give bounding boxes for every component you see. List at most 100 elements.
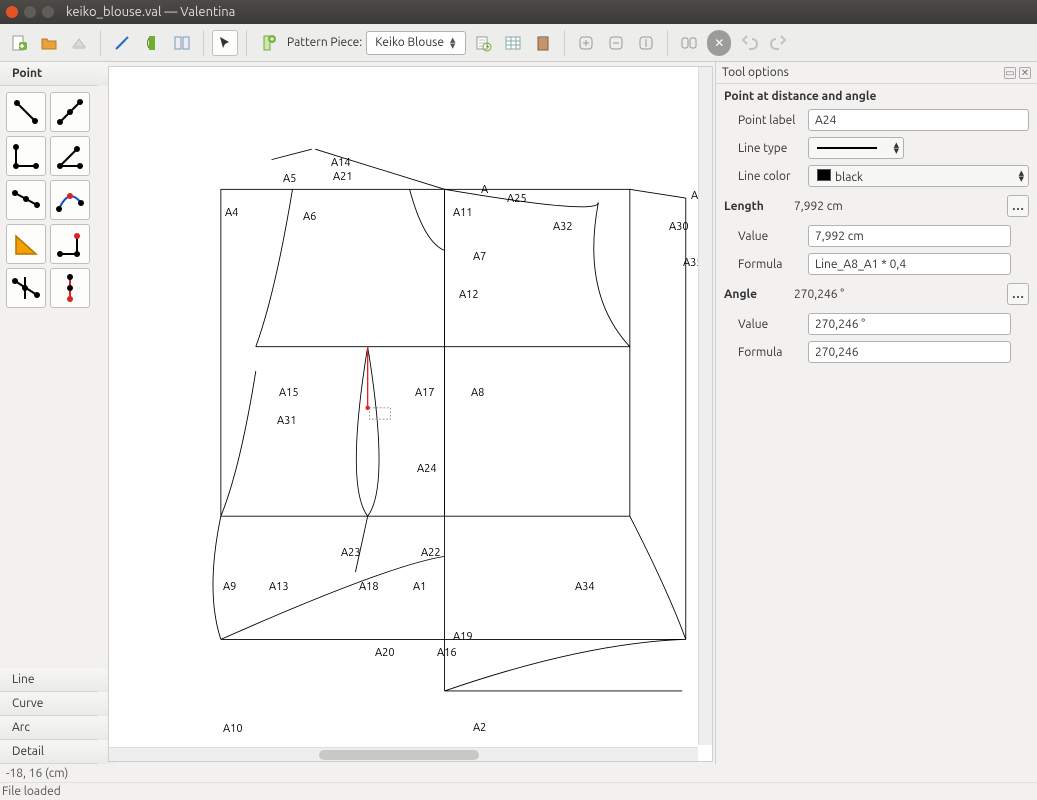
line-type-label: Line type [724,142,802,155]
point-label[interactable]: A12 [459,289,479,301]
drawing-canvas[interactable]: A4A5A6A14A21A11AA25A32A7A12A30A29A26A35A… [108,66,713,762]
layout-button[interactable] [169,30,195,56]
new-file-button[interactable] [6,30,32,56]
point-label[interactable]: A17 [415,387,435,399]
toolbar-separator [246,30,247,56]
tool-along-line-button[interactable] [50,92,90,132]
length-formula-input[interactable]: Line_A8_A1 * 0,4 [808,253,1011,275]
point-label[interactable]: A31 [277,415,297,427]
pattern-piece-select[interactable]: Keiko Blouse ▲▼ [366,31,466,55]
tool-height-button[interactable] [50,224,90,264]
tool-endline-button[interactable] [6,92,46,132]
point-label[interactable]: A7 [473,251,486,263]
window-title: keiko_blouse.val — Valentina [66,5,235,19]
line-color-select[interactable]: black ▲▼ [808,165,1029,187]
pattern-drawing [109,67,712,696]
tool-tab-arc[interactable]: Arc [0,716,106,740]
angle-formula-input[interactable]: 270,246 [808,341,1011,363]
length-value-label: Value [724,230,802,243]
open-file-button[interactable] [36,30,62,56]
length-edit-button[interactable]: … [1007,195,1029,217]
table-button[interactable] [500,30,526,56]
point-label[interactable]: A1 [413,581,426,593]
redo-button[interactable] [766,30,792,56]
line-preview-icon [817,147,877,149]
zoom-fit-button[interactable] [633,30,659,56]
point-label[interactable]: A14 [331,157,351,169]
length-value-value: 7,992 cm [815,230,864,243]
point-label-input[interactable]: A24 [808,109,1029,131]
point-label[interactable]: A9 [223,581,236,593]
point-label[interactable]: A8 [471,387,484,399]
scrollbar-thumb[interactable] [319,750,479,760]
angle-formula-value: 270,246 [815,346,859,359]
tool-tab-detail[interactable]: Detail [0,740,106,764]
tool-line-intersect-button[interactable] [6,268,46,308]
undock-panel-icon[interactable]: ▭ [1004,67,1016,79]
close-window-icon[interactable] [6,6,18,18]
point-label[interactable]: A10 [223,723,243,735]
point-label[interactable]: A22 [421,547,441,559]
point-label[interactable]: A23 [341,547,361,559]
point-label[interactable]: A16 [437,647,457,659]
toolbar-separator [100,30,101,56]
point-label[interactable]: A30 [669,221,689,233]
tool-point-of-contact-button[interactable] [50,268,90,308]
point-label[interactable]: A21 [333,171,353,183]
toolbar-separator [203,30,204,56]
point-label[interactable]: A15 [279,387,299,399]
horizontal-scrollbar[interactable] [109,747,698,761]
pattern-piece-label: Pattern Piece: [287,36,362,49]
point-label[interactable]: A11 [453,207,473,219]
point-label[interactable]: A24 [417,463,437,475]
point-label-label: Point label [724,114,802,127]
undo-button[interactable] [736,30,762,56]
point-label[interactable]: A4 [225,207,238,219]
angle-value-input[interactable]: 270,246 ° [808,313,1011,335]
angle-edit-button[interactable]: … [1007,283,1029,305]
tool-tab-curve[interactable]: Curve [0,692,106,716]
point-label[interactable]: A [481,184,488,196]
stop-button[interactable]: ✕ [706,30,732,56]
point-label[interactable]: A25 [507,193,527,205]
point-label[interactable]: A2 [473,722,486,734]
maximize-window-icon[interactable] [42,6,54,18]
point-label[interactable]: A20 [375,647,395,659]
toolbar-separator [667,30,668,56]
length-value-input[interactable]: 7,992 cm [808,225,1011,247]
tool-normal-button[interactable] [6,136,46,176]
point-label[interactable]: A34 [575,581,595,593]
point-label[interactable]: A6 [303,211,316,223]
pattern-piece-tool-button[interactable] [139,30,165,56]
zoom-in-button[interactable] [573,30,599,56]
measurements-button[interactable] [109,30,135,56]
line-type-select[interactable]: ▲▼ [808,137,904,159]
tool-spline-point-button[interactable] [50,180,90,220]
save-file-button[interactable] [66,30,92,56]
tool-bisector-button[interactable] [50,136,90,176]
point-label[interactable]: A13 [269,581,289,593]
vertical-scrollbar[interactable] [698,67,712,745]
tool-shoulder-button[interactable] [6,180,46,220]
point-label[interactable]: A19 [453,631,473,643]
tool-triangle-button[interactable] [6,224,46,264]
zoom-original-button[interactable] [676,30,702,56]
main-area: Point Line Curve Arc Detail [0,62,1037,764]
point-label[interactable]: A5 [283,173,296,185]
point-label[interactable]: A32 [553,221,573,233]
line-color-label: Line color [724,170,802,183]
length-section-label: Length [724,200,794,213]
tool-tab-line[interactable]: Line [0,668,106,692]
point-label-value: A24 [815,114,836,127]
pointer-tool-button[interactable] [212,30,238,56]
zoom-out-button[interactable] [603,30,629,56]
clipboard-button[interactable] [530,30,556,56]
close-panel-icon[interactable]: ✕ [1019,67,1031,79]
minimize-window-icon[interactable] [24,6,36,18]
color-swatch-icon [817,169,831,181]
history-button[interactable] [470,30,496,56]
point-label[interactable]: A18 [359,581,379,593]
tool-tab-point[interactable]: Point [0,62,106,86]
new-pattern-piece-button[interactable] [255,30,281,56]
line-color-value: black [835,171,863,184]
